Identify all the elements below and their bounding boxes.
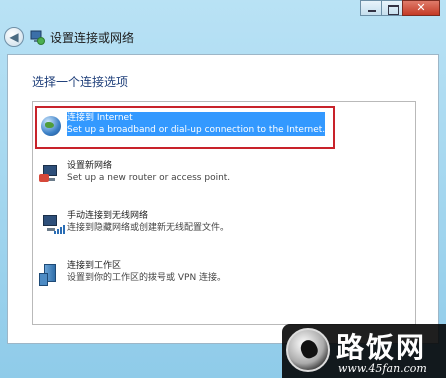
- network-setup-icon: [29, 29, 45, 45]
- option-connect-internet[interactable]: 连接到 Internet Set up a broadband or dial-…: [39, 112, 329, 142]
- logo-emblem-icon: [286, 328, 330, 372]
- option-title: 设置新网络: [67, 161, 113, 171]
- watermark-brand: 路饭网: [336, 331, 427, 364]
- option-title: 连接到工作区: [67, 261, 122, 271]
- option-subtitle: Set up a broadband or dial-up connection…: [67, 124, 326, 136]
- main-content: 选择一个连接选项 连接到 Internet Set up a broadband…: [7, 54, 439, 344]
- page-heading: 选择一个连接选项: [32, 75, 129, 89]
- watermark-url: www.45fan.com: [338, 362, 427, 375]
- option-manual-wireless[interactable]: 手动连接到无线网络 连接到隐藏网络或创建新无线配置文件。: [39, 210, 329, 240]
- window-controls: [360, 0, 440, 18]
- back-button[interactable]: ◀: [4, 27, 24, 47]
- workplace-icon: [39, 262, 63, 286]
- watermark-logo: 路饭网 www.45fan.com: [282, 324, 446, 378]
- setup-connection-window: ◀ 设置连接或网络 选择一个连接选项 连接到 Internet Set up a…: [0, 0, 446, 378]
- wireless-icon: [39, 212, 65, 236]
- option-setup-new-network[interactable]: 设置新网络 Set up a new router or access poin…: [39, 160, 329, 190]
- option-title: 手动连接到无线网络: [67, 211, 149, 221]
- minimize-button[interactable]: [360, 0, 382, 16]
- option-connect-workplace[interactable]: 连接到工作区 设置到你的工作区的拨号或 VPN 连接。: [39, 260, 329, 290]
- close-button[interactable]: [402, 0, 440, 16]
- back-arrow-icon: ◀: [9, 30, 19, 44]
- router-icon: [39, 162, 63, 186]
- maximize-button[interactable]: [381, 0, 403, 16]
- option-subtitle: 设置到你的工作区的拨号或 VPN 连接。: [67, 273, 227, 283]
- connection-options-list: 连接到 Internet Set up a broadband or dial-…: [32, 101, 416, 325]
- option-subtitle: 连接到隐藏网络或创建新无线配置文件。: [67, 223, 230, 233]
- window-title: 设置连接或网络: [50, 30, 135, 45]
- option-subtitle: Set up a new router or access point.: [67, 173, 231, 183]
- globe-icon: [39, 114, 63, 138]
- navigation-bar: ◀ 设置连接或网络: [0, 22, 446, 52]
- title-bar: [0, 0, 446, 20]
- option-title: 连接到 Internet: [67, 112, 326, 124]
